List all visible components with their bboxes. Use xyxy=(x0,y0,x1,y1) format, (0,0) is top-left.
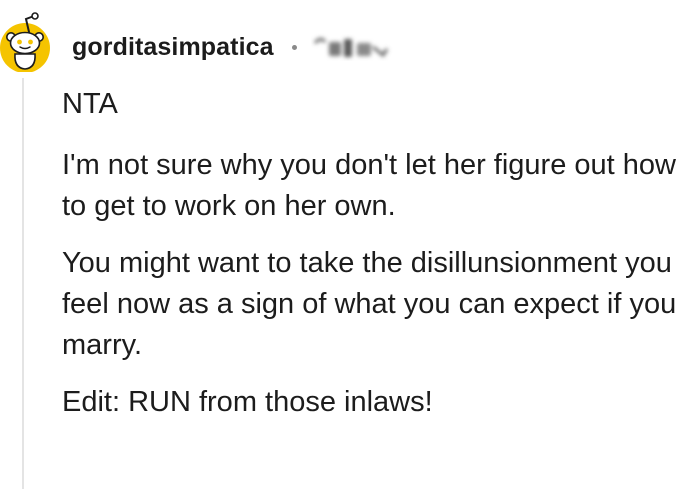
comment-paragraph: Edit: RUN from those inlaws! xyxy=(62,386,433,418)
comment-header: gorditasimpatica xyxy=(72,27,393,67)
reddit-snoo-avatar-icon xyxy=(0,12,50,73)
comment-verdict: NTA xyxy=(62,88,118,120)
thread-collapse-line[interactable] xyxy=(22,78,24,489)
comment-paragraph: I'm not sure why you don't let her figur… xyxy=(62,149,676,222)
comment-paragraph: You might want to take the disillunsionm… xyxy=(62,247,677,361)
avatar[interactable] xyxy=(0,10,54,73)
redacted-meta-badge xyxy=(311,33,393,61)
dot-separator xyxy=(291,44,297,50)
comment-body: NTA I'm not sure why you don't let her f… xyxy=(62,84,682,439)
comment-card: gorditasimpatica NTA I'm not sure why yo… xyxy=(0,0,700,489)
username[interactable]: gorditasimpatica xyxy=(72,33,274,62)
